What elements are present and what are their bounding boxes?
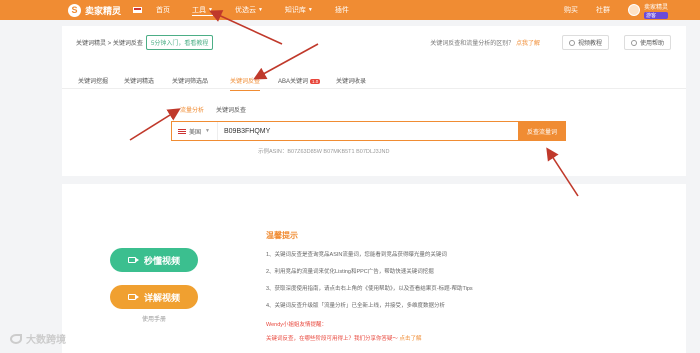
logo-text: 卖家精灵 — [85, 5, 122, 16]
video-icon — [127, 257, 139, 263]
tab-keyword-index[interactable]: 关键词收录 — [336, 76, 366, 85]
nav-home[interactable]: 首页 — [156, 5, 170, 16]
nav-knowledge[interactable]: 知识库 ▼ — [285, 5, 313, 16]
search-panel: 关键词精灵 > 关键词反查 5分钟入门，看看教程 关键词反查和流量分析的区别？ … — [62, 26, 686, 176]
tab-aba[interactable]: ABA关键词 1.0 — [278, 76, 321, 85]
tab-keyword-product[interactable]: 关键词筛选品 — [172, 76, 208, 85]
tab-keyword-reverse[interactable]: 关键词反查 — [230, 76, 261, 91]
video-tutorial-button[interactable]: 视频教程 — [562, 35, 610, 50]
tips-panel: 秒懂视频 详解视频 使用手册 温馨提示 1、关键词反查是查询竞品ASIN流量词，… — [62, 184, 686, 353]
tip-item: 2、利用竞品的流量词来优化Listing和PPC广告，帮助快速关键词挖掘 — [266, 269, 434, 275]
help-icon — [631, 39, 637, 46]
chevron-down-icon: ▼ — [205, 128, 210, 134]
user-info[interactable]: 卖家精灵 游客 — [643, 2, 686, 19]
search-bar: 美国 ▼ B09B3FHQMY 反查流量词 — [171, 121, 566, 141]
chevron-down-icon: ▼ — [208, 6, 213, 13]
nav-cloud[interactable]: 优选云 ▼ — [235, 5, 263, 16]
tips-list: 1、关键词反查是查询竞品ASIN流量词，您能看到竞品获得曝光量的关键词 2、利用… — [266, 250, 626, 318]
subtab-keyword-reverse[interactable]: 关键词反查 — [216, 105, 246, 114]
us-flag-icon — [178, 128, 186, 134]
logo[interactable]: S 卖家精灵 — [68, 3, 122, 17]
buy-link[interactable]: 购买 — [564, 5, 578, 15]
user-badge: 游客 — [643, 11, 668, 19]
tool-tabs: 关键词挖掘 关键词精选 关键词筛选品 关键词反查 ABA关键词 1.0 关键词收录 — [62, 70, 686, 91]
new-badge: 1.0 — [310, 79, 321, 84]
tab-keyword-mining[interactable]: 关键词挖掘 — [78, 76, 108, 85]
help-button[interactable]: 使用帮助 — [624, 35, 672, 50]
tutorial-button[interactable]: 5分钟入门，看看教程 — [146, 35, 214, 50]
top-right-area: 购买 社群 卖家精灵 游客 — [564, 0, 686, 20]
nav-plugin[interactable]: 插件 — [335, 5, 349, 16]
manual-link[interactable]: 使用手册 — [142, 314, 166, 323]
logo-icon: S — [68, 3, 81, 17]
detail-video-button[interactable]: 详解视频 — [110, 285, 198, 309]
avatar[interactable] — [627, 4, 640, 16]
hint-link[interactable]: 点我了解 — [516, 41, 540, 47]
chevron-down-icon: ▼ — [257, 7, 263, 13]
tips-title: 温馨提示 — [266, 231, 298, 240]
subtab-traffic-analysis[interactable]: 流量分析 — [180, 105, 204, 114]
asin-input[interactable]: B09B3FHQMY — [224, 128, 518, 135]
tab-keyword-select[interactable]: 关键词精选 — [124, 76, 154, 85]
faq-line: 关键词反查，在哪些阶段可用得上？我们分享你答疑～ 点击了解 — [266, 336, 422, 342]
quick-video-button[interactable]: 秒懂视频 — [110, 248, 198, 272]
hint-text: 关键词反查和流量分析的区别？ 点我了解 — [430, 41, 540, 47]
example-asins: 示例ASIN：B07Z63D85W B07MKB5T1 B07DLJ3JND — [258, 149, 390, 155]
watermark-logo-icon — [10, 333, 22, 344]
top-navigation-bar: S 卖家精灵 首页 工具 ▼ 优选云 ▼ 知识库 ▼ 插件 购买 社群 卖家精灵 游客 — [0, 0, 700, 20]
main-nav: 首页 工具 ▼ 优选云 ▼ 知识库 ▼ 插件 — [156, 5, 371, 16]
play-icon — [569, 39, 575, 46]
nav-tools[interactable]: 工具 ▼ — [192, 5, 213, 16]
wendy-reminder: Wendy小姐姐友情提醒： — [266, 322, 328, 328]
watermark: 大数跨境 — [10, 331, 66, 346]
search-button[interactable]: 反查流量词 — [518, 121, 566, 141]
breadcrumb: 关键词精灵 > 关键词反查 — [76, 41, 143, 47]
country-select[interactable]: 美国 ▼ — [172, 122, 218, 140]
tip-item: 3、获取深度使用指南，请点击右上角的《使用帮助》，以及查看结果页-标题-帮助Ti… — [266, 286, 473, 292]
chevron-down-icon: ▼ — [307, 7, 313, 13]
faq-link[interactable]: 点击了解 — [400, 336, 422, 342]
region-flag-icon[interactable] — [133, 7, 143, 13]
user-name: 卖家精灵 — [643, 4, 668, 11]
tip-item: 1、关键词反查是查询竞品ASIN流量词，您能看到竞品获得曝光量的关键词 — [266, 252, 447, 258]
community-link[interactable]: 社群 — [596, 5, 610, 15]
tip-item: 4、关键词反查升级版「流量分析」已全新上线，并接受，多维度数据分析 — [266, 303, 446, 309]
video-icon — [127, 294, 139, 300]
